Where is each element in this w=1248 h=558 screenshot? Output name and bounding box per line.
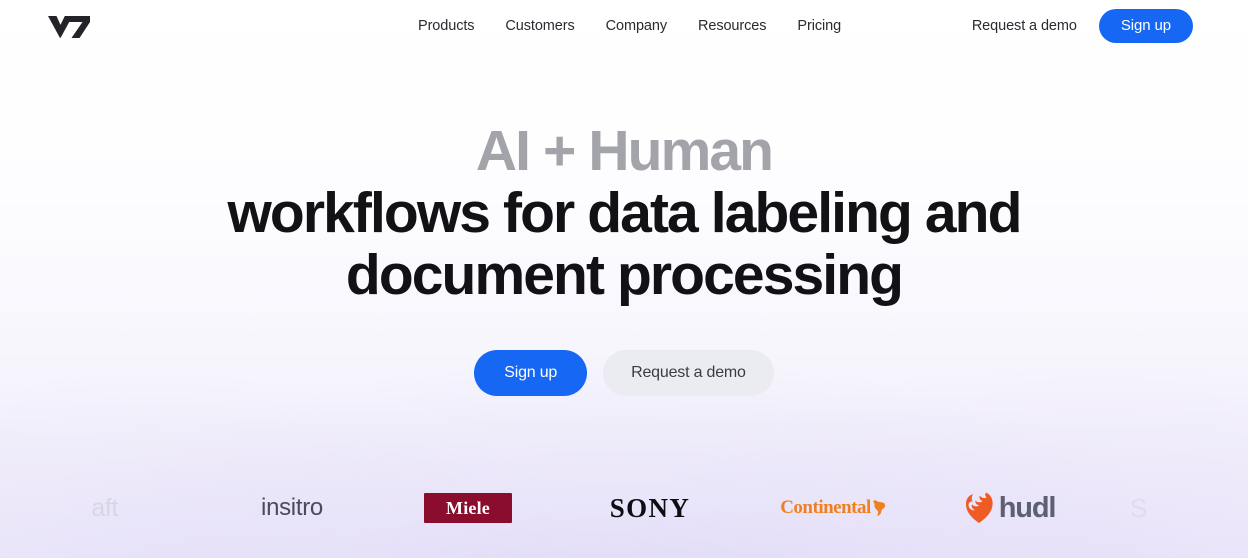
- nav-item-customers[interactable]: Customers: [505, 16, 574, 36]
- headline-line-3: document processing: [345, 243, 904, 307]
- main-navigation: Products Customers Company Resources Pri…: [418, 16, 841, 36]
- logo-microsoft: aft: [0, 480, 118, 536]
- logo-partial-right-text: S: [1130, 492, 1148, 523]
- continental-horse-icon: [872, 500, 885, 516]
- nav-item-company[interactable]: Company: [606, 16, 667, 36]
- hero-request-demo-button[interactable]: Request a demo: [603, 350, 774, 396]
- hudl-shield-icon: [965, 492, 993, 523]
- logo-hudl: hudl: [952, 480, 1067, 536]
- header-request-demo-link[interactable]: Request a demo: [972, 18, 1077, 34]
- nav-item-pricing[interactable]: Pricing: [797, 16, 841, 36]
- hero-cta-row: Sign up Request a demo: [0, 350, 1248, 396]
- logo-microsoft-text: aft: [91, 493, 118, 522]
- hero-signup-button[interactable]: Sign up: [474, 350, 588, 396]
- v7-logo[interactable]: [46, 11, 98, 39]
- customer-logo-strip: aft insitro Miele SONY Continental hudl …: [0, 480, 1248, 536]
- header-signup-button[interactable]: Sign up: [1098, 9, 1193, 43]
- logo-miele-text: Miele: [446, 497, 490, 518]
- logo-sony-text: SONY: [609, 492, 691, 523]
- logo-insitro-text: insitro: [261, 494, 323, 521]
- page-title: AI + Human workflows for data labeling a…: [0, 120, 1248, 306]
- logo-hudl-text: hudl: [998, 491, 1057, 524]
- hero-section: AI + Human workflows for data labeling a…: [0, 120, 1248, 396]
- logo-insitro: insitro: [232, 480, 352, 536]
- v7-wordmark-icon: [48, 16, 90, 38]
- nav-item-resources[interactable]: Resources: [698, 16, 767, 36]
- logo-continental-text: Continental: [780, 497, 871, 518]
- logo-continental: Continental: [768, 480, 898, 536]
- miele-badge: Miele: [424, 493, 512, 523]
- nav-item-products[interactable]: Products: [418, 16, 475, 36]
- headline-line-2: workflows for data labeling and: [227, 181, 1022, 245]
- logo-sony: SONY: [590, 480, 710, 536]
- header-actions: Request a demo Sign up: [972, 9, 1193, 43]
- site-header: Products Customers Company Resources Pri…: [0, 0, 1248, 52]
- logo-miele: Miele: [424, 480, 512, 536]
- logo-partial-right: S: [1130, 480, 1248, 536]
- headline-muted-line: AI + Human: [475, 119, 774, 183]
